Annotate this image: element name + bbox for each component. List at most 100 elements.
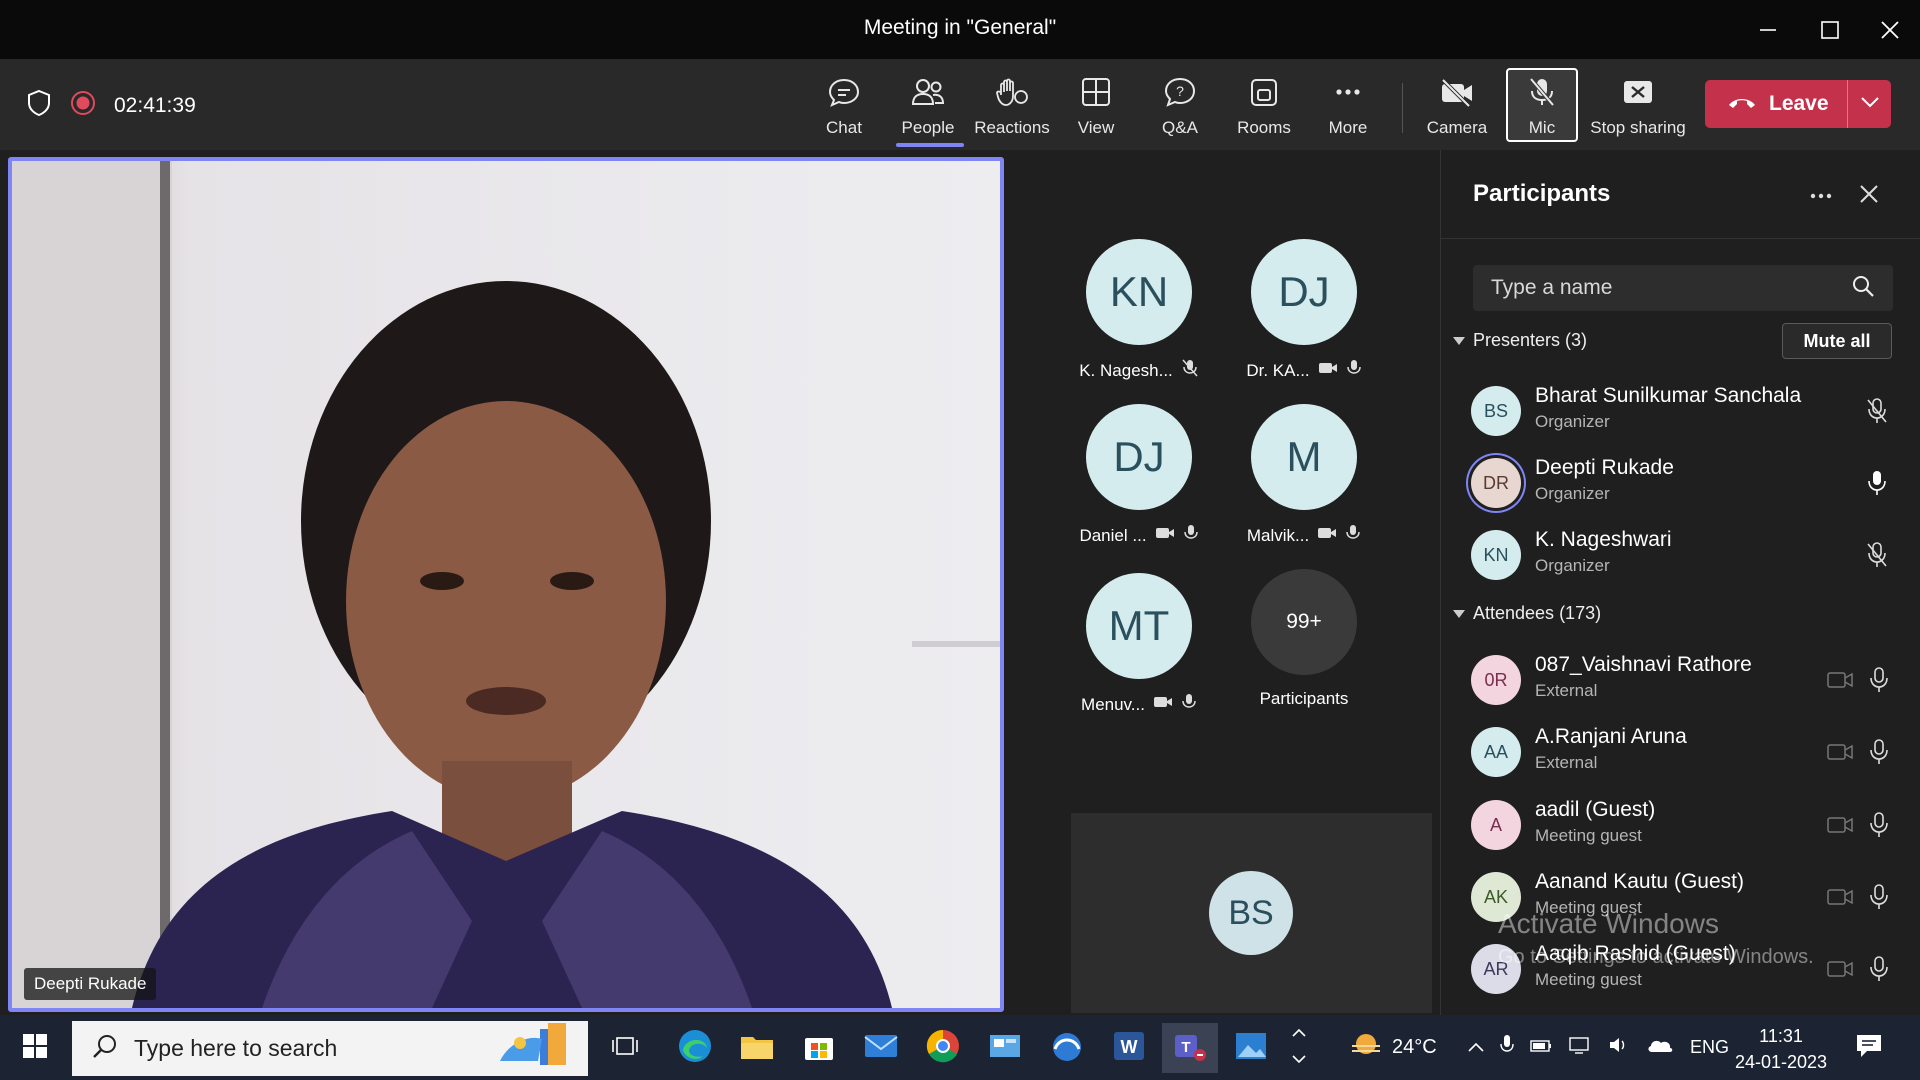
taskbar-scroll-button[interactable] [1276, 1023, 1322, 1073]
camera-off-icon [1825, 810, 1855, 840]
participant-tile[interactable]: M Malvik... [1234, 404, 1374, 547]
network-icon[interactable] [1568, 1035, 1592, 1061]
participant-name: A.Ranjani Aruna [1535, 725, 1687, 748]
teams-icon: T [1172, 1029, 1208, 1068]
taskbar-clock[interactable]: 11:31 24-01-2023 [1726, 1023, 1836, 1075]
tile-meta: K. Nagesh... [1069, 359, 1209, 382]
taskbar-search-placeholder: Type here to search [134, 1035, 338, 1061]
camera-label: Camera [1426, 118, 1488, 137]
hangup-icon [1727, 92, 1757, 116]
reactions-button[interactable]: Reactions [970, 69, 1054, 145]
participant-name: Deepti Rukade [1535, 456, 1674, 479]
panel-more-button[interactable] [1805, 182, 1837, 210]
svg-text:?: ? [1176, 83, 1184, 99]
camera-button[interactable]: Camera [1415, 69, 1499, 145]
outlook-app-button[interactable] [1042, 1023, 1092, 1073]
participant-row[interactable]: BS Bharat Sunilkumar Sanchala Organizer [1441, 376, 1920, 446]
chevron-up-icon[interactable] [1468, 1036, 1484, 1059]
taskbar-search-box[interactable]: Type here to search [72, 1021, 588, 1076]
participant-role: Organizer [1535, 484, 1610, 503]
camera-off-icon [1318, 360, 1338, 381]
participant-row[interactable]: AR Aaqib Rashid (Guest) Meeting guest [1441, 934, 1920, 1004]
volume-icon[interactable] [1608, 1035, 1630, 1061]
teams-app-button[interactable]: T [1162, 1023, 1218, 1073]
people-button[interactable]: People [886, 69, 970, 147]
avatar: KN [1471, 530, 1521, 580]
task-view-button[interactable] [600, 1023, 650, 1073]
mic-icon[interactable] [1864, 810, 1894, 840]
close-window-button[interactable] [1860, 0, 1920, 59]
mic-icon[interactable] [1864, 882, 1894, 912]
minimize-button[interactable] [1738, 0, 1798, 59]
participant-row[interactable]: KN K. Nageshwari Organizer [1441, 520, 1920, 590]
more-participants-tile[interactable]: 99+ Participants [1234, 569, 1374, 709]
participant-row[interactable]: A aadil (Guest) Meeting guest [1441, 790, 1920, 860]
word-icon: W [1112, 1030, 1146, 1067]
reactions-icon [995, 77, 1029, 112]
avatar: 0R [1471, 655, 1521, 705]
leave-button[interactable]: Leave [1705, 80, 1847, 128]
mic-icon[interactable] [1864, 954, 1894, 984]
camera-off-icon [1155, 525, 1175, 546]
maximize-button[interactable] [1800, 0, 1860, 59]
mute-all-button[interactable]: Mute all [1782, 323, 1892, 359]
search-icon[interactable] [1851, 274, 1875, 303]
task-view-icon [611, 1033, 639, 1064]
control-panel-button[interactable] [980, 1023, 1030, 1073]
caret-down-icon [1453, 603, 1465, 624]
weather-widget[interactable]: 24°C [1346, 1015, 1437, 1080]
mic-off-icon[interactable] [1862, 540, 1892, 570]
participant-tile[interactable]: DJ Daniel ... [1069, 404, 1209, 547]
weather-haze-icon [1346, 1028, 1386, 1068]
stop-sharing-button[interactable]: Stop sharing [1590, 69, 1686, 145]
battery-icon[interactable] [1530, 1036, 1552, 1059]
chevron-down-icon [1860, 95, 1880, 113]
participant-row[interactable]: 0R 087_Vaishnavi Rathore External [1441, 645, 1920, 715]
windows-taskbar: Type here to search W T 24°C ENG 11:31 2… [0, 1015, 1920, 1080]
chat-label: Chat [826, 118, 862, 137]
notifications-button[interactable] [1844, 1023, 1894, 1073]
mic-icon[interactable] [1864, 737, 1894, 767]
word-app-button[interactable]: W [1104, 1023, 1154, 1073]
camera-off-icon [1825, 882, 1855, 912]
leave-options-button[interactable] [1848, 80, 1891, 128]
participant-name: 087_Vaishnavi Rathore [1535, 653, 1752, 676]
mic-button[interactable]: Mic [1500, 69, 1584, 145]
start-button[interactable] [10, 1023, 60, 1073]
view-button[interactable]: View [1054, 69, 1138, 145]
presenters-section-toggle[interactable]: Presenters (3) [1453, 330, 1587, 351]
photos-app-button[interactable] [1226, 1023, 1276, 1073]
tile-name: K. Nagesh... [1079, 360, 1173, 380]
mic-icon[interactable] [1864, 665, 1894, 695]
chrome-app-button[interactable] [918, 1023, 968, 1073]
participant-role: Organizer [1535, 412, 1610, 431]
store-app-button[interactable] [794, 1023, 844, 1073]
mic-off-icon[interactable] [1862, 396, 1892, 426]
microphone-tray-icon[interactable] [1500, 1034, 1514, 1062]
search-field[interactable] [1473, 265, 1893, 311]
participant-tile[interactable]: KN K. Nagesh... [1069, 239, 1209, 382]
mic-on-icon[interactable] [1862, 468, 1892, 498]
attendees-header: Attendees (173) [1473, 603, 1602, 623]
outlook-icon [1049, 1029, 1085, 1068]
participant-tile[interactable]: DJ Dr. KA... [1234, 239, 1374, 382]
qa-button[interactable]: ? Q&A [1138, 69, 1222, 145]
participant-row[interactable]: DR Deepti Rukade Organizer [1441, 448, 1920, 518]
bottom-participant-tile[interactable]: BS [1071, 813, 1432, 1013]
rooms-button[interactable]: Rooms [1222, 69, 1306, 145]
file-explorer-button[interactable] [732, 1023, 782, 1073]
tile-meta: Daniel ... [1069, 524, 1209, 547]
input-language[interactable]: ENG [1690, 1037, 1729, 1058]
more-button[interactable]: More [1306, 69, 1390, 145]
main-video-tile[interactable]: Deepti Rukade [8, 157, 1004, 1012]
edge-app-button[interactable] [670, 1023, 720, 1073]
participant-tile[interactable]: MT Menuv... [1069, 573, 1209, 716]
attendees-section-toggle[interactable]: Attendees (173) [1453, 603, 1601, 624]
participant-row[interactable]: AA A.Ranjani Aruna External [1441, 717, 1920, 787]
chat-button[interactable]: Chat [802, 69, 886, 145]
search-input[interactable] [1491, 276, 1851, 300]
panel-close-button[interactable] [1853, 182, 1885, 210]
mail-app-button[interactable] [856, 1023, 906, 1073]
shield-icon[interactable] [26, 89, 52, 122]
onedrive-icon[interactable] [1646, 1036, 1674, 1060]
